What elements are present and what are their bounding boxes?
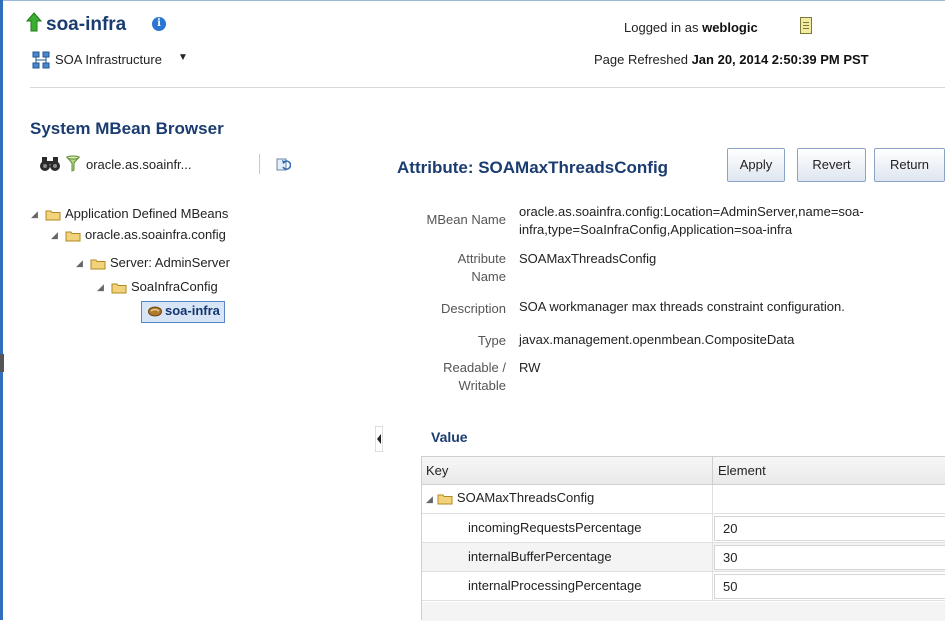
element-value-input[interactable]: 50 bbox=[714, 574, 945, 599]
collapse-pane-handle[interactable] bbox=[375, 426, 383, 452]
folder-icon bbox=[437, 493, 453, 505]
mbean-name-line: infra,type=SoaInfraConfig,Application=so… bbox=[519, 222, 793, 237]
refreshed-label: Page Refreshed bbox=[594, 52, 688, 67]
tree-node-oracle-as-soainfra-config[interactable]: ◢ oracle.as.soainfra.config bbox=[51, 227, 226, 249]
column-header-element[interactable]: Element bbox=[718, 463, 766, 478]
info-icon[interactable]: i bbox=[152, 17, 166, 31]
description-label: Description bbox=[440, 301, 506, 316]
tree-node-label: oracle.as.soainfra.config bbox=[85, 227, 226, 242]
username: weblogic bbox=[702, 20, 758, 35]
table-row: internalProcessingPercentage 50 bbox=[422, 572, 945, 601]
readable-writable-label-line: Writable bbox=[458, 378, 506, 393]
row-key: internalProcessingPercentage bbox=[468, 578, 642, 593]
element-value: 20 bbox=[723, 521, 738, 536]
description-value: SOA workmanager max threads constraint c… bbox=[519, 299, 845, 314]
apply-button[interactable]: Apply bbox=[727, 148, 785, 182]
table-footer-space bbox=[422, 602, 945, 621]
element-value-input[interactable]: 20 bbox=[714, 516, 945, 541]
tree-node-server-adminserver[interactable]: ◢ Server: AdminServer bbox=[76, 255, 230, 277]
value-section-title: Value bbox=[431, 429, 468, 445]
group-key-label: SOAMaxThreadsConfig bbox=[456, 490, 595, 505]
table-row: incomingRequestsPercentage 20 bbox=[422, 514, 945, 543]
tree-node-label: Server: AdminServer bbox=[110, 255, 230, 270]
up-arrow-icon[interactable] bbox=[26, 12, 42, 32]
logged-in-status: Logged in as weblogic bbox=[624, 20, 758, 35]
folder-icon bbox=[45, 209, 61, 221]
mbean-name-label: MBean Name bbox=[426, 212, 506, 227]
element-value-input[interactable]: 30 bbox=[714, 545, 945, 570]
mbean-breadcrumb[interactable]: oracle.as.soainfr... bbox=[86, 157, 192, 172]
table-row: internalBufferPercentage 30 bbox=[422, 543, 945, 572]
column-separator bbox=[712, 572, 713, 601]
window-left-border bbox=[0, 0, 3, 620]
folder-icon bbox=[111, 282, 127, 294]
readable-writable-label: Readable / Writable bbox=[396, 359, 506, 395]
value-table: Key Element ◢ SOAMaxThreadsConfig incomin… bbox=[421, 456, 945, 621]
return-button[interactable]: Return bbox=[874, 148, 945, 182]
tree-node-soainfraconfig[interactable]: ◢ SoaInfraConfig bbox=[97, 279, 218, 301]
mbean-browser-title: System MBean Browser bbox=[30, 119, 224, 138]
attribute-name-label-line: Attribute bbox=[457, 251, 506, 266]
element-value: 30 bbox=[723, 550, 738, 565]
window-top-border bbox=[0, 0, 945, 1]
page-refreshed-status: Page Refreshed Jan 20, 2014 2:50:39 PM P… bbox=[594, 52, 869, 67]
revert-button[interactable]: Revert bbox=[797, 148, 866, 182]
expanded-triangle-icon[interactable]: ◢ bbox=[31, 209, 41, 220]
readable-writable-label-line: Readable / bbox=[443, 360, 506, 375]
expanded-triangle-icon[interactable]: ◢ bbox=[51, 230, 61, 241]
expanded-triangle-icon[interactable]: ◢ bbox=[97, 282, 107, 293]
binoculars-icon[interactable] bbox=[39, 156, 61, 172]
attribute-title: Attribute: SOAMaxThreadsConfig bbox=[397, 158, 669, 177]
attribute-name-value: SOAMaxThreadsConfig bbox=[519, 251, 657, 266]
soa-infrastructure-icon bbox=[32, 51, 50, 69]
column-header-key[interactable]: Key bbox=[426, 463, 448, 478]
chevron-down-icon[interactable]: ▼ bbox=[178, 52, 188, 63]
expanded-triangle-icon[interactable]: ◢ bbox=[426, 494, 433, 504]
filter-icon[interactable] bbox=[66, 155, 80, 173]
header-divider bbox=[30, 87, 945, 88]
expanded-triangle-icon[interactable]: ◢ bbox=[76, 258, 86, 269]
column-separator bbox=[712, 543, 713, 572]
column-separator bbox=[712, 457, 713, 485]
attribute-name-label: Attribute Name bbox=[396, 250, 506, 286]
group-key: ◢ SOAMaxThreadsConfig bbox=[426, 490, 594, 505]
folder-icon bbox=[65, 230, 81, 242]
tree-node-label: Application Defined MBeans bbox=[65, 206, 229, 221]
folder-icon bbox=[90, 258, 106, 270]
refreshed-time: Jan 20, 2014 2:50:39 PM PST bbox=[691, 52, 869, 67]
refresh-icon[interactable] bbox=[275, 156, 291, 172]
page-title: soa-infra bbox=[46, 14, 127, 35]
target-navigation-menu[interactable]: SOA Infrastructure bbox=[55, 52, 162, 67]
tree-node-soa-infra-selected[interactable]: soa-infra bbox=[141, 301, 225, 323]
attribute-name-label-line: Name bbox=[471, 269, 506, 284]
mbean-bean-icon bbox=[148, 306, 162, 317]
tree-node-label: SoaInfraConfig bbox=[131, 279, 218, 294]
row-key: internalBufferPercentage bbox=[468, 549, 612, 564]
type-label: Type bbox=[477, 333, 506, 348]
toolbar-separator bbox=[259, 154, 260, 174]
readable-writable-value: RW bbox=[519, 360, 541, 375]
mbean-name-value: oracle.as.soainfra.config:Location=Admin… bbox=[519, 203, 864, 239]
column-separator bbox=[712, 514, 713, 543]
type-value: javax.management.openmbean.CompositeData bbox=[519, 332, 795, 347]
tree-node-application-defined-mbeans[interactable]: ◢ Application Defined MBeans bbox=[31, 206, 228, 228]
table-row-group[interactable]: ◢ SOAMaxThreadsConfig bbox=[422, 485, 945, 514]
element-value: 50 bbox=[723, 579, 738, 594]
document-icon[interactable] bbox=[800, 17, 812, 34]
table-header: Key Element bbox=[422, 457, 945, 485]
logged-in-label: Logged in as bbox=[624, 20, 699, 35]
column-separator bbox=[712, 485, 713, 514]
tree-node-label: soa-infra bbox=[165, 303, 220, 318]
row-key: incomingRequestsPercentage bbox=[468, 520, 642, 535]
left-splitter-handle[interactable] bbox=[0, 354, 4, 372]
mbean-name-line: oracle.as.soainfra.config:Location=Admin… bbox=[519, 204, 864, 219]
